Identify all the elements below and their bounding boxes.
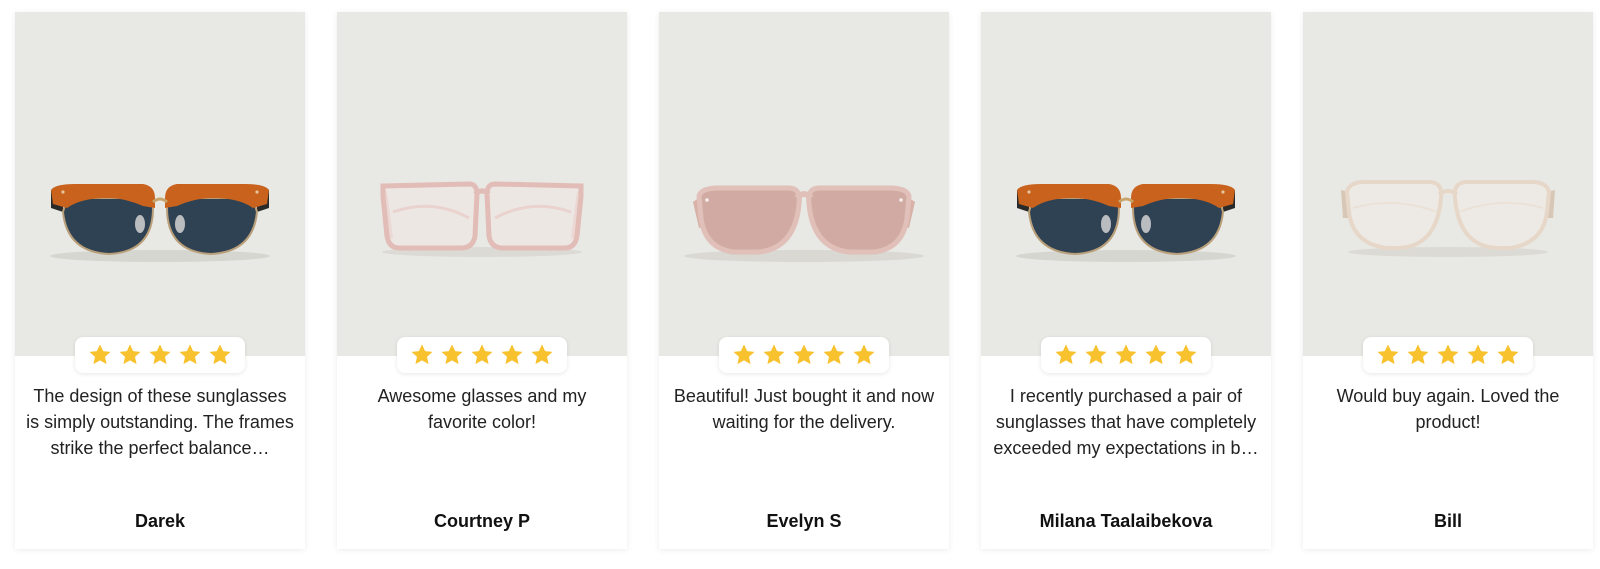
eyeglasses-clear-pink-square-icon — [380, 181, 584, 257]
sunglasses-pink-aviator-icon — [684, 185, 924, 262]
star-icon — [1497, 344, 1519, 365]
star-icon — [441, 344, 463, 365]
star-rating — [719, 337, 889, 373]
star-icon — [471, 344, 493, 365]
review-card[interactable]: Awesome glasses and my favorite color! C… — [337, 12, 627, 549]
star-icon — [209, 344, 231, 365]
star-icon — [149, 344, 171, 365]
reviewer-name: Bill — [1433, 511, 1462, 531]
star-icon — [1175, 344, 1197, 365]
star-icon — [1377, 344, 1399, 365]
star-icon — [763, 344, 785, 365]
review-card[interactable]: Would buy again. Loved the product! Bill — [1303, 12, 1593, 549]
star-icon — [89, 344, 111, 365]
star-icon — [1085, 344, 1107, 365]
review-text: I recently purchased a pair of sunglasse… — [993, 386, 1259, 458]
product-photo — [659, 12, 949, 356]
star-icon — [119, 344, 141, 365]
star-rating — [1041, 337, 1211, 373]
sunglasses-orange-browline-icon — [1016, 184, 1236, 262]
star-icon — [531, 344, 553, 365]
star-icon — [411, 344, 433, 365]
star-icon — [853, 344, 875, 365]
star-rating — [397, 337, 567, 373]
star-icon — [1115, 344, 1137, 365]
star-icon — [501, 344, 523, 365]
review-carousel: The design of these sunglasses is simply… — [15, 12, 1593, 549]
eyeglasses-clear-beige-round-icon — [1341, 180, 1555, 257]
reviewer-name: Darek — [134, 511, 186, 531]
star-icon — [1467, 344, 1489, 365]
review-card[interactable]: Beautiful! Just bought it and now waitin… — [659, 12, 949, 549]
reviewer-name: Evelyn S — [766, 511, 842, 531]
star-icon — [1145, 344, 1167, 365]
review-text: Awesome glasses and my favorite color! — [377, 386, 587, 432]
reviewer-name: Courtney P — [433, 511, 530, 531]
product-photo — [1303, 12, 1593, 356]
star-icon — [1407, 344, 1429, 365]
star-icon — [179, 344, 201, 365]
product-photo — [981, 12, 1271, 356]
star-icon — [1055, 344, 1077, 365]
review-text: Beautiful! Just bought it and now waitin… — [673, 386, 935, 432]
review-card[interactable]: I recently purchased a pair of sunglasse… — [981, 12, 1271, 549]
reviewer-name: Milana Taalaibekova — [1039, 511, 1213, 531]
review-card[interactable]: The design of these sunglasses is simply… — [15, 12, 305, 549]
star-rating — [1363, 337, 1533, 373]
product-photo — [337, 12, 627, 356]
star-rating — [75, 337, 245, 373]
star-icon — [733, 344, 755, 365]
review-text: Would buy again. Loved the product! — [1336, 386, 1560, 432]
star-icon — [823, 344, 845, 365]
star-icon — [793, 344, 815, 365]
star-icon — [1437, 344, 1459, 365]
sunglasses-orange-browline-icon — [50, 184, 270, 262]
review-text: The design of these sunglasses is simply… — [26, 386, 294, 458]
product-photo — [15, 12, 305, 356]
